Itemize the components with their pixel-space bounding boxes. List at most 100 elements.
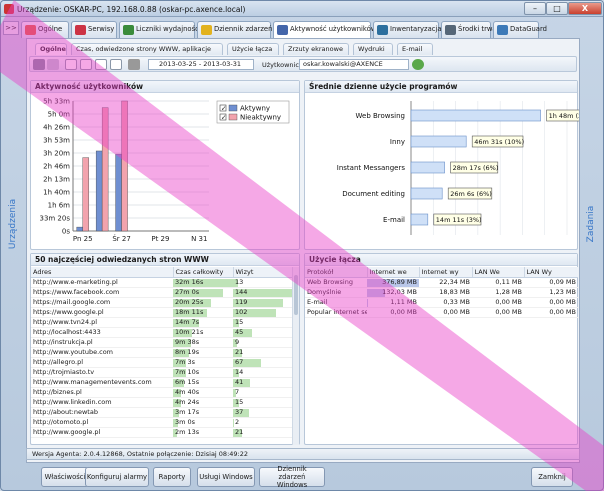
- table-row[interactable]: https://www.google.pl 18m 11s 102: [31, 307, 293, 318]
- table-row[interactable]: E-mail 1,11 MB 0,33 MB 0,00 MB 0,00 MB: [305, 297, 578, 308]
- main-tab-3[interactable]: Liczniki wydajności: [119, 21, 201, 38]
- main-tab-6[interactable]: Inwentaryzacja: [373, 21, 442, 38]
- visits-cell: 21: [233, 347, 293, 358]
- address-cell: http://localhost:4433: [31, 327, 173, 338]
- sub-tab-4[interactable]: Zrzuty ekranowe: [283, 43, 349, 55]
- main-tab-5[interactable]: Aktywność użytkowników: [273, 21, 376, 39]
- y-tick-label: 1h 6m: [48, 202, 71, 210]
- table-row[interactable]: http://biznes.pl 4m 40s 7: [31, 387, 293, 398]
- back-icon[interactable]: [33, 59, 45, 70]
- visits-cell: 102: [233, 307, 293, 318]
- main-tab-8[interactable]: DataGuard: [493, 21, 547, 38]
- table-row[interactable]: http://www.e-marketing.pl 32m 16s 13: [31, 277, 293, 288]
- tasks-rail[interactable]: Zadania: [579, 39, 603, 439]
- table-row[interactable]: http://localhost:4433 10m 21s 45: [31, 327, 293, 338]
- application-window: Urządzenie: OSKAR-PC, 192.168.0.88 (oska…: [0, 0, 604, 491]
- bar-aktywny-3: [115, 153, 122, 232]
- user-select[interactable]: oskar.kowalski@AXENCE: [299, 59, 409, 70]
- calendar-week-icon[interactable]: [80, 59, 92, 70]
- sub-tab-3[interactable]: Użycie łącza: [227, 43, 279, 55]
- column-header[interactable]: Adres: [31, 267, 174, 278]
- user-activity-panel: Ogólne Czas, odwiedzone strony WWW, aplik…: [26, 38, 580, 463]
- table-row[interactable]: http://instrukcja.pl 9m 38s 9: [31, 337, 293, 348]
- minimize-button[interactable]: –: [524, 2, 546, 15]
- internet-in-cell: 376,89 MB: [367, 277, 419, 288]
- table-row[interactable]: http://trojmiasto.tv 7m 10s 14: [31, 367, 293, 378]
- properties-button[interactable]: Właściwości: [41, 467, 89, 487]
- main-tab-1[interactable]: Ogólne: [21, 21, 69, 38]
- tab-icon: [25, 25, 36, 35]
- address-cell: http://biznes.pl: [31, 387, 173, 398]
- lan-out-cell: 0,00 MB: [524, 307, 578, 318]
- table-row[interactable]: http://about:newtab 3m 17s 37: [31, 407, 293, 418]
- table-row[interactable]: http://www.linkedin.com 4m 24s 15: [31, 397, 293, 408]
- close-window-button[interactable]: X: [568, 2, 602, 15]
- bar-nieaktywny-2: [101, 107, 109, 232]
- table-row[interactable]: Web Browsing 376,89 MB 22,34 MB 0,11 MB 0,09…: [305, 277, 578, 288]
- table-row[interactable]: http://allegro.pl 7m 3s 67: [31, 357, 293, 368]
- toolbar: 2013-03-25 - 2013-03-31 Użytkownicy oska…: [29, 56, 577, 72]
- calendar-year-icon[interactable]: [110, 59, 122, 70]
- print-icon[interactable]: [128, 59, 140, 70]
- visits-cell: 13: [233, 277, 293, 288]
- column-header[interactable]: Internet we: [367, 267, 420, 278]
- table-row[interactable]: Domyślnie 132,03 MB 18,83 MB 1,28 MB 1,23 MB: [305, 287, 578, 298]
- table-row[interactable]: http://otomoto.pl 3m 0s 2: [31, 417, 293, 428]
- y-tick-label: 2h 46m: [43, 163, 70, 171]
- sub-tab-6[interactable]: E-mail: [397, 43, 433, 55]
- y-tick-label: 33m 20s: [39, 215, 70, 223]
- windows-event-log-button[interactable]: Dziennik zdarzeń Windows: [259, 465, 325, 489]
- date-range-picker[interactable]: 2013-03-25 - 2013-03-31: [148, 59, 254, 70]
- visits-value: 15: [235, 398, 244, 406]
- close-button[interactable]: Zamknij: [531, 467, 573, 487]
- scroll-thumb[interactable]: [294, 275, 298, 315]
- column-header[interactable]: Wizyt: [233, 267, 293, 278]
- time-value: 2m 13s: [175, 428, 200, 436]
- internet-out-cell: 0,33 MB: [419, 297, 472, 308]
- table-row[interactable]: http://www.google.pl 2m 13s 21: [31, 427, 293, 438]
- category-label: Inny: [390, 138, 405, 146]
- visits-cell: 2: [233, 417, 293, 428]
- legend-swatch: [228, 113, 238, 121]
- column-header[interactable]: Czas całkowity: [173, 267, 234, 278]
- refresh-icon[interactable]: [412, 59, 424, 70]
- table-row[interactable]: https://www.facebook.com 27m 0s 144: [31, 287, 293, 298]
- protocol-cell: Domyślnie: [305, 287, 367, 298]
- table-row[interactable]: Popular internet serv0,00 MB0,00 MB0,00 …: [305, 307, 578, 318]
- table-row[interactable]: http://www.managementevents.com 6m 15s 41: [31, 377, 293, 388]
- expand-panel-button[interactable]: >>: [3, 21, 19, 35]
- table-row[interactable]: http://www.youtube.com 8m 19s 21: [31, 347, 293, 358]
- devices-rail[interactable]: Urządzenia: [1, 39, 25, 439]
- time-value: 6m 15s: [175, 378, 200, 386]
- main-tab-label: Dziennik zdarzeń: [214, 25, 273, 33]
- windows-services-button[interactable]: Usługi Windows: [197, 467, 255, 487]
- configure-alarms-button[interactable]: Konfiguruj alarmy: [85, 467, 149, 487]
- visits-cell: 14: [233, 367, 293, 378]
- address-cell: http://trojmiasto.tv: [31, 367, 173, 378]
- column-header[interactable]: LAN Wy: [524, 267, 578, 278]
- calendar-month-icon[interactable]: [95, 59, 107, 70]
- main-tab-2[interactable]: Serwisy: [71, 21, 117, 38]
- forward-icon[interactable]: [47, 59, 59, 70]
- y-tick-label: 2h 13m: [43, 176, 70, 184]
- sub-tab-5[interactable]: Wydruki: [353, 43, 393, 55]
- calendar-day-icon[interactable]: [65, 59, 77, 70]
- maximize-button[interactable]: □: [546, 2, 568, 15]
- time-cell: 10m 21s: [173, 327, 233, 338]
- time-value: 10m 21s: [175, 328, 204, 336]
- sub-tab-1[interactable]: Ogólne: [35, 43, 67, 55]
- top-websites-scrollbar[interactable]: [292, 267, 299, 445]
- column-header[interactable]: LAN We: [472, 267, 525, 278]
- x-tick-label: Śr 27: [112, 234, 130, 243]
- table-row[interactable]: https://mail.google.com 20m 25s 119: [31, 297, 293, 308]
- y-tick-label: 4h 26m: [43, 124, 70, 132]
- column-header[interactable]: Protokół: [305, 267, 368, 278]
- sub-tab-2[interactable]: Czas, odwiedzone strony WWW, aplikacje: [71, 43, 223, 55]
- column-header[interactable]: Internet wy: [419, 267, 473, 278]
- time-value: 9m 38s: [175, 338, 200, 346]
- table-row[interactable]: http://www.tvn24.pl 14m 7s 15: [31, 317, 293, 328]
- main-tab-7[interactable]: Środki trwałe: [441, 21, 503, 38]
- activity-chart: 5h 33m 5h 0m 4h 26m 3h 53m 3h 20m 2h 46m 2h 13…: [39, 98, 290, 243]
- main-tab-4[interactable]: Dziennik zdarzeń: [197, 21, 273, 38]
- reports-button[interactable]: Raporty: [153, 467, 191, 487]
